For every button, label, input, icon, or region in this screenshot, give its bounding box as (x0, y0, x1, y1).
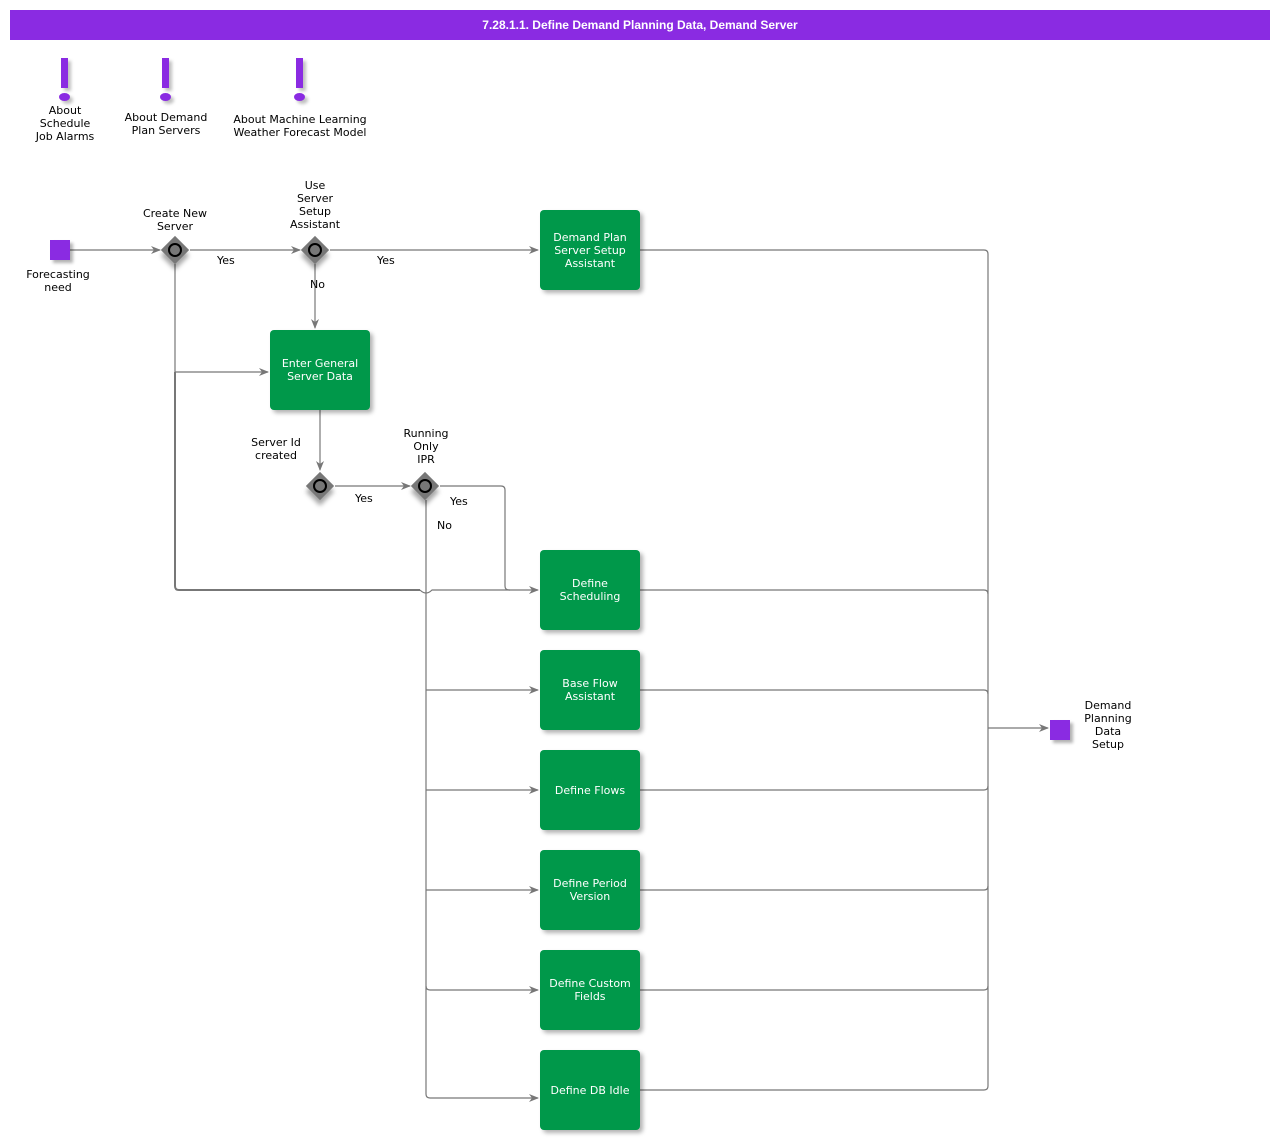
gateway-circle-icon (418, 479, 432, 493)
edge-label-assistant-yes: Yes (377, 254, 395, 267)
edge-label-ipr-yes: Yes (450, 495, 468, 508)
gateway-use-setup-assistant-label: Use Server Setup Assistant (289, 179, 341, 231)
task-label: Define DB Idle (550, 1083, 630, 1097)
start-event-label: Forecasting need (26, 268, 90, 294)
edge-period-out (640, 885, 989, 891)
task-label: Define Flows (554, 783, 626, 797)
gateway-create-new-server-label: Create New Server (142, 207, 208, 233)
edge-scheduling-out (640, 589, 989, 595)
edge-flows-out (640, 785, 989, 791)
start-event[interactable] (50, 240, 70, 260)
gateway-circle-icon (308, 243, 322, 257)
gateway-running-only-ipr-label: Running Only IPR (403, 427, 449, 466)
edges-layer (70, 246, 1049, 1102)
task-demand-plan-server-setup-assistant[interactable]: Demand Plan Server Setup Assistant (540, 210, 640, 290)
task-label: Define Period Version (553, 877, 627, 903)
end-event-label: Demand Planning Data Setup (1084, 699, 1132, 751)
task-label: Base Flow Assistant (562, 677, 618, 703)
task-label: Define Custom Fields (549, 977, 631, 1003)
edge-assistant-out (640, 249, 989, 1091)
edge-to-define-custom (425, 985, 539, 994)
edge-label-serverid-yes: Yes (355, 492, 373, 505)
edge-crossing-hop (419, 589, 510, 594)
edge-custom-out (640, 985, 989, 991)
edge-create-no-to-enter (174, 264, 269, 376)
task-label: Enter General Server Data (281, 357, 359, 383)
task-base-flow-assistant[interactable]: Base Flow Assistant (540, 650, 640, 730)
task-define-period-version[interactable]: Define Period Version (540, 850, 640, 930)
task-label: Demand Plan Server Setup Assistant (553, 230, 627, 270)
task-define-db-idle[interactable]: Define DB Idle (540, 1050, 640, 1130)
end-event[interactable] (1050, 720, 1070, 740)
task-define-scheduling[interactable]: Define Scheduling (540, 550, 640, 630)
task-define-flows[interactable]: Define Flows (540, 750, 640, 830)
task-enter-general-server-data[interactable]: Enter General Server Data (270, 330, 370, 410)
gateway-circle-icon (313, 479, 327, 493)
edge-label-assistant-no: No (310, 278, 325, 291)
task-label: Define Scheduling (559, 577, 621, 603)
task-define-custom-fields[interactable]: Define Custom Fields (540, 950, 640, 1030)
edge-label-create-yes: Yes (217, 254, 235, 267)
gateway-circle-icon (168, 243, 182, 257)
edge-label-ipr-no: No (437, 519, 452, 532)
gateway-server-id-created-label: Server Id created (251, 436, 301, 462)
edge-baseflow-out (640, 689, 989, 695)
